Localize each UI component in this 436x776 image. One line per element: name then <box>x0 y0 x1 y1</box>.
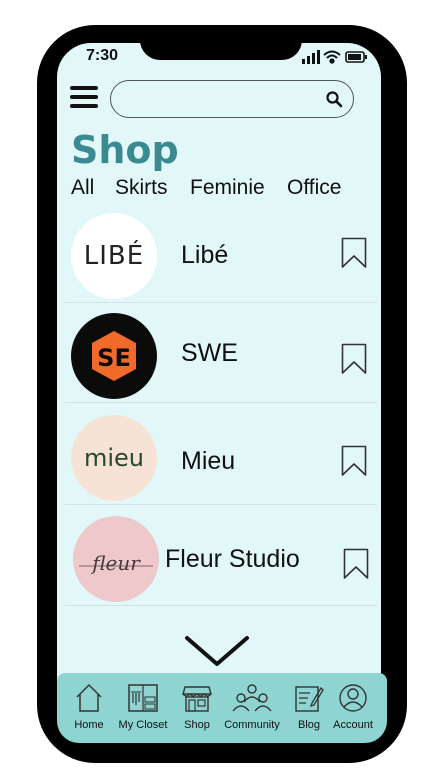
shop-name: Mieu <box>181 447 236 475</box>
signal-icon <box>302 50 320 64</box>
svg-text:fleur: fleur <box>90 551 141 575</box>
nav-item-my-closet[interactable]: My Closet <box>115 673 171 743</box>
nav-item-shop[interactable]: Shop <box>179 673 215 743</box>
bookmark-icon[interactable] <box>341 445 367 477</box>
filter-tabs: All Skirts Feminie Office <box>71 176 381 200</box>
bookmark-icon[interactable] <box>341 237 367 269</box>
nav-item-blog[interactable]: Blog <box>291 673 327 743</box>
bookmark-icon[interactable] <box>341 343 367 375</box>
community-icon <box>232 684 272 712</box>
chevron-down-icon[interactable] <box>184 634 250 668</box>
battery-icon <box>345 51 367 63</box>
filter-tab-feminie[interactable]: Feminie <box>190 176 265 200</box>
svg-text:SE: SE <box>97 344 131 372</box>
wifi-icon <box>323 50 341 64</box>
shop-name: Libé <box>181 241 229 269</box>
nav-label: Shop <box>184 719 210 731</box>
shop-row-fleur-studio[interactable]: fleur Fleur Studio <box>57 506 377 606</box>
search-icon[interactable] <box>325 90 343 108</box>
nav-label: Community <box>224 719 280 731</box>
fleur-logo-mark: fleur <box>79 551 153 575</box>
swe-logo: SE <box>71 313 157 399</box>
shop-row-mieu[interactable]: mieu Mieu <box>57 405 377 505</box>
filter-tab-all[interactable]: All <box>71 176 94 200</box>
page-title: Shop <box>71 128 179 172</box>
account-icon <box>339 684 367 712</box>
nav-label: Home <box>74 719 104 731</box>
bookmark-icon[interactable] <box>343 548 369 580</box>
bottom-nav-bar: Home My Closet Shop Community Blog Accou… <box>57 673 387 743</box>
row-divider <box>65 504 377 505</box>
nav-item-account[interactable]: Account <box>333 673 373 743</box>
row-divider <box>65 605 377 606</box>
closet-icon <box>128 684 158 712</box>
home-icon <box>76 683 102 712</box>
filter-tab-office[interactable]: Office <box>287 176 341 200</box>
status-icons <box>302 50 367 64</box>
nav-label: Blog <box>297 719 321 731</box>
shop-name: Fleur Studio <box>165 545 300 573</box>
hamburger-menu-icon[interactable] <box>70 86 98 112</box>
phone-notch <box>140 30 302 60</box>
fleur-studio-logo: fleur <box>73 516 159 602</box>
nav-label: My Closet <box>118 719 168 731</box>
swe-logo-mark: SE <box>92 331 136 381</box>
shop-name: SWE <box>181 339 238 367</box>
shop-row-libe[interactable]: LIBÉ Libé <box>57 203 377 303</box>
libe-logo: LIBÉ <box>71 213 157 299</box>
search-input[interactable] <box>125 89 319 111</box>
mieu-logo: mieu <box>71 415 157 501</box>
nav-label: Account <box>333 719 373 731</box>
nav-item-community[interactable]: Community <box>221 673 283 743</box>
shop-icon <box>182 686 212 712</box>
filter-tab-skirts[interactable]: Skirts <box>115 176 168 200</box>
shop-row-swe[interactable]: SE SWE <box>57 303 377 403</box>
search-bar <box>110 80 354 118</box>
row-divider <box>65 402 377 403</box>
blog-icon <box>295 686 324 712</box>
status-time: 7:30 <box>86 47 119 64</box>
nav-item-home[interactable]: Home <box>71 673 107 743</box>
